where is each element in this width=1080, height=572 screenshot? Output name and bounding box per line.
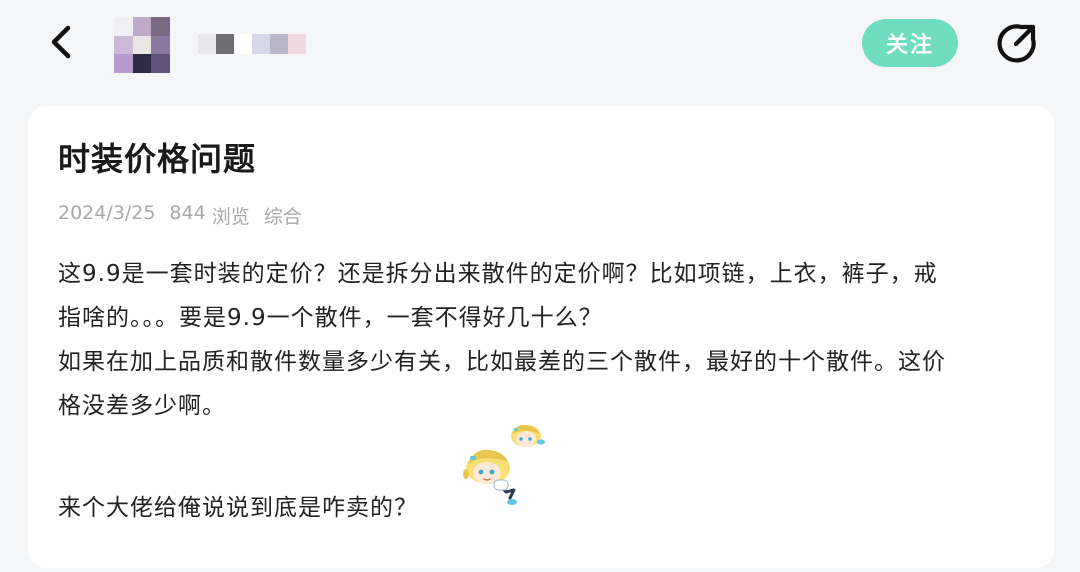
post-card: 时装价格问题 2024/3/25 844 浏览 综合 这9.9是一套时装的定价？… — [28, 106, 1054, 568]
avatar[interactable] — [114, 17, 170, 73]
post-category[interactable]: 综合 — [264, 202, 302, 229]
views-label: 浏览 — [211, 206, 250, 228]
follow-button[interactable]: 关注 — [862, 19, 958, 67]
post-body-line: 指啥的。。。要是9.9一个散件，一套不得好几十么？ — [58, 305, 603, 331]
top-navigation-bar: 关注 — [0, 0, 1080, 100]
post-body-line: 如果在加上品质和散件数量多少有关，比如最差的三个散件，最好的十个散件。这价 — [58, 349, 946, 375]
share-button[interactable] — [994, 20, 1040, 66]
back-button[interactable] — [38, 18, 86, 66]
views-count: 844 — [169, 202, 206, 224]
post-body: 这9.9是一套时装的定价？还是拆分出来散件的定价啊？比如项链，上衣，裤子，戒 指… — [58, 252, 1030, 428]
share-arrow-icon — [997, 24, 1036, 63]
post-date: 2024/3/25 — [58, 202, 156, 224]
anime-sticker-image — [460, 420, 550, 510]
chevron-left-icon — [51, 25, 71, 59]
post-title: 时装价格问题 — [58, 140, 257, 178]
username-pixelated[interactable] — [198, 34, 306, 54]
post-meta: 2024/3/25 844 浏览 综合 — [58, 202, 302, 229]
post-views: 844 浏览 — [169, 202, 249, 229]
post-body-line: 这9.9是一套时装的定价？还是拆分出来散件的定价啊？比如项链，上衣，裤子，戒 — [58, 261, 938, 287]
post-closing-line: 来个大佬给俺说说到底是咋卖的？ — [58, 495, 418, 521]
anime-character-sticker — [463, 424, 545, 505]
